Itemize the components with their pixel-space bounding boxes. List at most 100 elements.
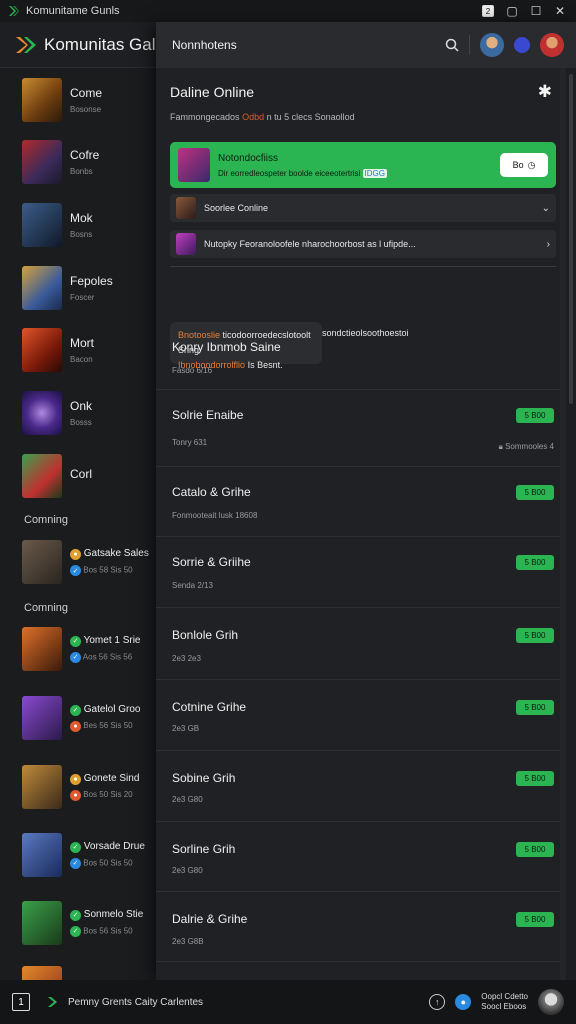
notification-title: Cotnine Grihe	[172, 700, 247, 714]
sidebar-item[interactable]: Corl	[22, 452, 158, 500]
maximize-icon[interactable]: ☐	[528, 3, 544, 19]
notification-row[interactable]: Bonlole Grih 2e3 2e3 5 B00	[156, 608, 560, 680]
app-logo-icon	[9, 6, 19, 16]
check-icon: ✓	[70, 925, 81, 937]
notification-subtitle: Tonry 631	[172, 438, 208, 447]
game-meta: Aos 56 Sis 56	[82, 652, 133, 662]
sidebar-game-item[interactable]: ● Gatsake Sales ✓ Bos 58 Sis 50	[22, 538, 158, 586]
sidebar-item[interactable]: Onk Bosss	[22, 389, 158, 437]
game-meta: Bes 56 Sis 50	[83, 720, 133, 730]
dropdown-row[interactable]: Nutopky Feoranoloofele nharochoorbost as…	[170, 230, 556, 258]
verified-icon: ✓	[70, 857, 81, 869]
sidebar-item[interactable]: Cofre Bonbs	[22, 138, 158, 186]
panel-heading: Daline Online	[170, 84, 255, 100]
notification-row[interactable]: Sorrie & Griihe Senda 2/13 5 B00	[156, 537, 560, 608]
notification-row[interactable]: Sorline Grih 2e3 G80 5 B00	[156, 822, 560, 892]
sidebar-item[interactable]: Mort Bacon	[22, 326, 158, 374]
status-pill[interactable]: 5 B00	[516, 842, 554, 857]
verified-icon: ✓	[70, 651, 81, 663]
sidebar-game-item[interactable]: ● Gonete Sind ● Bos 50 Sis 20	[22, 763, 158, 811]
notification-row[interactable]: Dalrie & Grihe 2e3 G8B 5 B00	[156, 892, 560, 962]
featured-action-button[interactable]: Bo ◷	[500, 153, 548, 177]
game-title: Gatelol Groo	[83, 704, 141, 716]
sidebar-item-subtitle: Bacon	[70, 355, 93, 364]
status-pill[interactable]: 5 B00	[516, 408, 554, 423]
status-pill[interactable]: 5 B00	[516, 700, 554, 715]
status-icon[interactable]	[514, 37, 530, 53]
notification-title: Dalrie & Grihe	[172, 912, 248, 926]
taskbar-avatar[interactable]	[538, 989, 564, 1015]
featured-notification[interactable]: Notondocfiiss Dir eorredleospeter boolde…	[170, 142, 556, 188]
panel-header: Nonnhotens	[156, 22, 576, 68]
notification-row[interactable]: Cotnine Grihe 2e3 GB 5 B00	[156, 680, 560, 751]
section-label: Comning	[24, 514, 69, 526]
game-title: Gonete Sind	[83, 773, 140, 784]
dropdown-label: Nutopky Feoranoloofele nharochoorbost as…	[204, 239, 416, 249]
sidebar: Come Bosonse Cofre Bonbs Mok Bosns Fepoles F…	[0, 68, 158, 980]
notification-row[interactable]: Solrie Enaibe Tonry 631 5 B00 🔒︎ Sommool…	[156, 390, 560, 467]
game-meta: Bos 50 Sis 20	[83, 790, 133, 799]
notification-badge-button[interactable]: 2	[480, 3, 496, 19]
sidebar-item[interactable]: Mok Bosns	[22, 201, 158, 249]
sidebar-item-title: Fepoles	[70, 274, 113, 288]
notification-row[interactable]: Konry Ibnmob Saine Fasdo 6/16	[156, 322, 560, 390]
sidebar-game-item[interactable]	[22, 964, 158, 980]
status-pill[interactable]: 5 B00	[516, 628, 554, 643]
app-name: Komunitas Gal	[44, 34, 156, 54]
status-pill[interactable]: 5 B00	[516, 771, 554, 786]
notification-subtitle: 2e3 G80	[172, 795, 203, 804]
notification-title: Bonlole Grih	[172, 628, 239, 642]
game-thumbnail	[22, 696, 62, 740]
game-thumbnail	[22, 540, 62, 584]
check-icon: ✓	[70, 909, 81, 921]
sidebar-game-item[interactable]: ✓ Yomet 1 Srie ✓ Aos 56 Sis 56	[22, 625, 158, 673]
game-title: Yomet 1 Srie	[83, 635, 141, 647]
scrollbar-thumb[interactable]	[569, 74, 573, 404]
game-thumbnail	[22, 140, 62, 184]
notification-row[interactable]: Catalo & Grihe Fonmooteait lusk 18608 5 …	[156, 467, 560, 537]
game-thumbnail	[22, 203, 62, 247]
notification-subtitle: 2e3 2e3	[172, 654, 201, 663]
profile-avatar[interactable]	[540, 33, 564, 57]
notification-subtitle: 2e3 G80	[172, 866, 203, 875]
notification-subtitle: 2e3 GB	[172, 724, 200, 733]
alert-icon: ●	[70, 790, 81, 801]
sidebar-game-item[interactable]: ✓ Sonmelo Stie ✓ Bos 56 Sis 50	[22, 899, 158, 947]
close-panel-icon[interactable]: ✱	[538, 82, 552, 102]
sidebar-item[interactable]: Fepoles Foscer	[22, 264, 158, 312]
verified-icon: ✓	[70, 565, 81, 576]
game-thumbnail	[22, 966, 62, 980]
scrollbar[interactable]	[566, 68, 576, 980]
arrow-up-icon[interactable]: ↑	[429, 994, 446, 1010]
game-thumbnail	[22, 328, 62, 372]
notification-title: Catalo & Grihe	[172, 485, 251, 499]
app-status-icon[interactable]: ●	[455, 994, 472, 1010]
status-pill[interactable]: 5 B00	[516, 485, 554, 500]
chevron-down-icon[interactable]: ⌄	[542, 203, 550, 214]
status-pill[interactable]: 5 B00	[516, 555, 554, 570]
chevron-right-icon[interactable]: ›	[547, 239, 550, 250]
search-icon[interactable]	[445, 38, 459, 52]
taskbar-number-button[interactable]: 1	[12, 993, 30, 1011]
close-icon[interactable]: ✕	[552, 3, 568, 19]
notification-row[interactable]: Sobine Grih 2e3 G80 5 B00	[156, 751, 560, 822]
sidebar-item-title: Cofre	[70, 148, 100, 162]
dropdown-row[interactable]: Soorlee Conline ⌄	[170, 194, 556, 222]
row-thumbnail	[176, 197, 196, 219]
status-pill[interactable]: 5 B00	[516, 912, 554, 927]
sidebar-item-subtitle: Bosns	[70, 230, 93, 239]
sidebar-game-item[interactable]: ✓ Gatelol Groo ● Bes 56 Sis 50	[22, 694, 158, 742]
taskbar: 1 Pemny Grents Caity Carlentes ↑ ● Oopcl…	[0, 980, 576, 1024]
minimize-icon[interactable]: ▢	[504, 3, 520, 19]
sidebar-item-subtitle: Bosonse	[70, 105, 102, 114]
row-thumbnail	[176, 233, 196, 255]
sidebar-item[interactable]: Come Bosonse	[22, 76, 158, 124]
user-avatar[interactable]	[480, 33, 504, 57]
game-thumbnail	[22, 391, 62, 435]
game-title: Sonmelo Stie	[83, 909, 144, 921]
taskbar-logo-icon[interactable]	[46, 995, 60, 1009]
alert-icon: ●	[70, 720, 81, 732]
sidebar-game-item[interactable]: ✓ Vorsade Drue ✓ Bos 50 Sis 50	[22, 831, 158, 879]
notification-subtitle: 2e3 G8B	[172, 937, 204, 946]
notification-meta: 🔒︎ Sommooles 4	[498, 442, 554, 451]
